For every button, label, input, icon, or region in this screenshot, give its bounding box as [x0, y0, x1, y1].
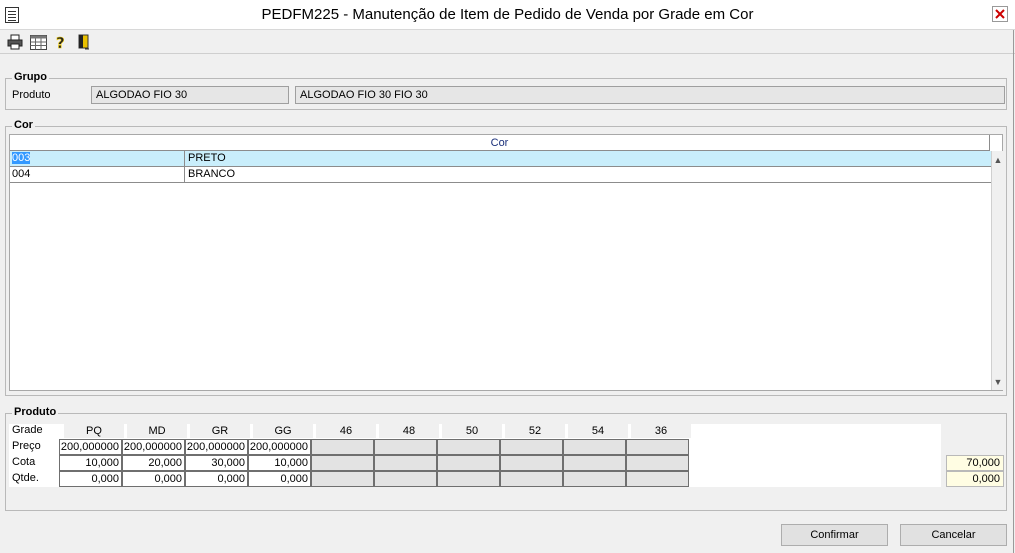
grid-icon: [29, 34, 47, 50]
cor-code-cell[interactable]: 003: [10, 151, 185, 166]
size-header-gg: GG: [253, 424, 314, 438]
cota-cell: [311, 455, 374, 471]
preco-cell[interactable]: 200,000000: [122, 439, 185, 455]
size-header-54: 54: [568, 424, 629, 438]
cota-row-label: Cota: [12, 456, 36, 468]
confirm-button[interactable]: Confirmar: [781, 524, 888, 546]
qtde-cell: [563, 471, 626, 487]
cota-cell: [500, 455, 563, 471]
cota-cell: [626, 455, 689, 471]
qtde-cell: [626, 471, 689, 487]
produto-label: Produto: [12, 89, 51, 101]
scroll-up-icon[interactable]: ▲: [992, 153, 1004, 167]
help-icon: ?: [56, 34, 65, 50]
cota-cell[interactable]: 10,000: [59, 455, 122, 471]
produto-description-field[interactable]: ALGODAO FIO 30 FIO 30: [295, 86, 1005, 104]
cota-cell[interactable]: 30,000: [185, 455, 248, 471]
help-button[interactable]: ?: [52, 33, 70, 51]
cota-cell[interactable]: 10,000: [248, 455, 311, 471]
produto-legend: Produto: [12, 406, 59, 418]
preco-cell[interactable]: 200,000000: [59, 439, 122, 455]
cota-cell: [563, 455, 626, 471]
qtde-row-label: Qtde.: [12, 472, 39, 484]
size-header-50: 50: [442, 424, 503, 438]
printer-icon: [7, 34, 23, 50]
size-header-46: 46: [316, 424, 377, 438]
close-button[interactable]: [992, 6, 1008, 22]
size-header-36: 36: [631, 424, 692, 438]
preco-cell: [500, 439, 563, 455]
size-header-md: MD: [127, 424, 188, 438]
qtde-cell[interactable]: 0,000: [248, 471, 311, 487]
cor-code-cell[interactable]: 004: [10, 167, 185, 182]
cota-cell[interactable]: 20,000: [122, 455, 185, 471]
qtde-cell[interactable]: 0,000: [59, 471, 122, 487]
table-row[interactable]: 004 BRANCO: [10, 167, 991, 183]
produto-code-field[interactable]: ALGODAO FIO 30: [91, 86, 289, 104]
qtde-cell: [500, 471, 563, 487]
cor-grid[interactable]: Cor 003 PRETO 004 BRANCO ▲ ▼: [9, 134, 1003, 391]
preco-cell: [563, 439, 626, 455]
size-header-pq: PQ: [64, 424, 125, 438]
print-button[interactable]: [6, 33, 24, 51]
qtde-cell[interactable]: 0,000: [122, 471, 185, 487]
scroll-down-icon[interactable]: ▼: [992, 375, 1004, 389]
exit-button[interactable]: [75, 33, 93, 51]
svg-text:?: ?: [56, 34, 65, 50]
total-cota-field: 70,000: [946, 455, 1004, 471]
preco-row-label: Preço: [12, 440, 41, 452]
vertical-scrollbar[interactable]: ▲ ▼: [991, 151, 1003, 390]
grid-button[interactable]: [29, 33, 47, 51]
preco-cell: [374, 439, 437, 455]
cota-cell: [437, 455, 500, 471]
preco-cell[interactable]: 200,000000: [185, 439, 248, 455]
size-header-52: 52: [505, 424, 566, 438]
qtde-cell[interactable]: 0,000: [185, 471, 248, 487]
table-row[interactable]: 003 PRETO: [10, 151, 991, 167]
cor-legend: Cor: [12, 119, 35, 131]
preco-cell: [311, 439, 374, 455]
window-title: PEDFM225 - Manutenção de Item de Pedido …: [261, 6, 754, 23]
toolbar: ?: [0, 30, 1015, 54]
cancel-button[interactable]: Cancelar: [900, 524, 1007, 546]
close-icon: [995, 9, 1005, 19]
cor-column-header[interactable]: Cor: [10, 135, 990, 151]
title-bar: PEDFM225 - Manutenção de Item de Pedido …: [0, 0, 1015, 30]
preco-cell: [626, 439, 689, 455]
cor-name-cell[interactable]: BRANCO: [186, 167, 986, 182]
size-header-48: 48: [379, 424, 440, 438]
produto-grade-table: Grade Preço Cota Qtde. PQ MD GR GG 46 48…: [9, 424, 941, 487]
preco-cell[interactable]: 200,000000: [248, 439, 311, 455]
grade-row-label: Grade: [12, 424, 43, 436]
exit-door-icon: [78, 34, 89, 50]
grupo-legend: Grupo: [12, 71, 49, 83]
cota-cell: [374, 455, 437, 471]
qtde-cell: [437, 471, 500, 487]
window-border: [1013, 30, 1014, 553]
qtde-cell: [374, 471, 437, 487]
cor-name-cell[interactable]: PRETO: [186, 151, 986, 166]
size-header-gr: GR: [190, 424, 251, 438]
qtde-cell: [311, 471, 374, 487]
preco-cell: [437, 439, 500, 455]
total-qtde-field: 0,000: [946, 471, 1004, 487]
